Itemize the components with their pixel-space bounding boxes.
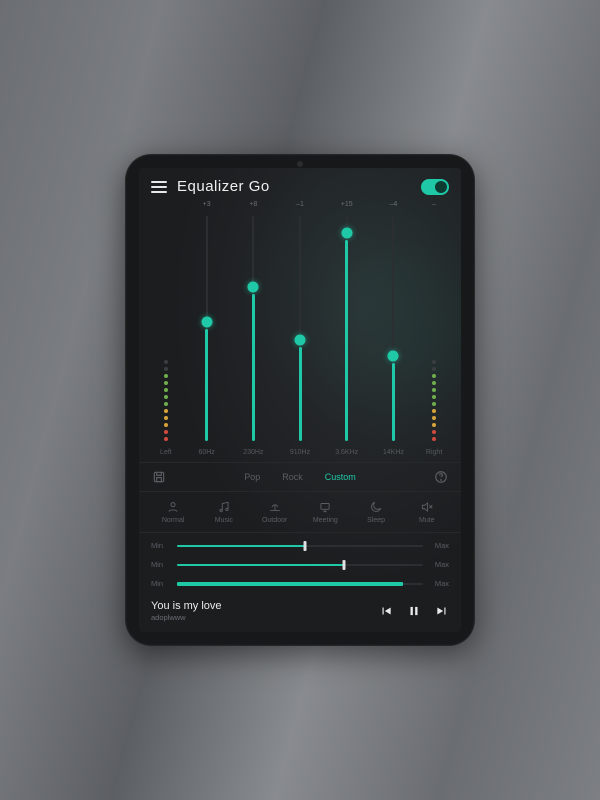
eq-band-value: +3	[186, 201, 228, 208]
slider-max-label: Max	[431, 579, 449, 588]
eq-band-freq: 60Hz	[186, 449, 228, 456]
mode-mute[interactable]: Mute	[403, 500, 451, 524]
app-screen: Equalizer Go +3 +8 –1 +15 –4 –	[139, 168, 461, 632]
track-title: You is my love	[151, 600, 371, 612]
eq-band-slider[interactable]	[279, 212, 321, 445]
eq-band-freq: 230Hz	[232, 449, 274, 456]
now-playing-bar: You is my love adoplwww	[139, 592, 461, 632]
help-icon[interactable]	[433, 469, 449, 485]
eq-band-slider[interactable]	[373, 212, 415, 445]
preset-row: Pop Rock Custom	[139, 462, 461, 492]
mode-music[interactable]: Music	[200, 500, 248, 524]
save-preset-icon[interactable]	[151, 469, 167, 485]
mode-outdoor[interactable]: Outdoor	[250, 500, 298, 524]
track-artist: adoplwww	[151, 613, 371, 622]
next-track-icon[interactable]	[435, 604, 449, 618]
mode-sleep[interactable]: Sleep	[352, 500, 400, 524]
level-sliders: Min Max Min Max Min Max	[139, 533, 461, 592]
eq-band-value: +8	[232, 201, 274, 208]
mode-normal[interactable]: Normal	[149, 500, 197, 524]
slider-track[interactable]	[177, 564, 423, 566]
now-playing-text: You is my love adoplwww	[151, 600, 371, 622]
slider-max-label: Max	[431, 560, 449, 569]
mode-label: Mute	[419, 517, 435, 524]
mode-label: Meeting	[313, 517, 338, 524]
level-slider: Min Max	[151, 560, 449, 569]
preset-custom[interactable]: Custom	[325, 472, 356, 482]
mode-label: Outdoor	[262, 517, 287, 524]
eq-band-slider[interactable]	[186, 212, 228, 445]
eq-band-freq: 14KHz	[373, 449, 415, 456]
pause-icon[interactable]	[407, 604, 421, 618]
level-slider: Min Max	[151, 541, 449, 550]
mode-row: Normal Music Outdoor Meeting Sleep Mute	[139, 492, 461, 533]
menu-icon[interactable]	[151, 181, 167, 193]
slider-track[interactable]	[177, 583, 423, 585]
eq-right-value: –	[419, 201, 449, 208]
slider-min-label: Min	[151, 560, 169, 569]
playback-controls	[379, 604, 449, 618]
mode-label: Sleep	[367, 517, 385, 524]
mode-label: Music	[215, 517, 233, 524]
eq-slider-row	[149, 208, 451, 447]
power-toggle[interactable]	[421, 179, 449, 195]
equalizer-panel: +3 +8 –1 +15 –4 – Left 60Hz 230Hz 9	[139, 201, 461, 462]
eq-band-freq: 910Hz	[279, 449, 321, 456]
vu-meter-left	[151, 212, 181, 445]
eq-band-value: –4	[373, 201, 415, 208]
mode-meeting[interactable]: Meeting	[301, 500, 349, 524]
eq-freq-row: Left 60Hz 230Hz 910Hz 3.6KHz 14KHz Right	[149, 447, 451, 462]
app-title: Equalizer Go	[177, 178, 411, 195]
slider-max-label: Max	[431, 541, 449, 550]
eq-band-value: +15	[326, 201, 368, 208]
level-slider: Min Max	[151, 579, 449, 588]
eq-value-row: +3 +8 –1 +15 –4 –	[149, 201, 451, 208]
slider-track[interactable]	[177, 545, 423, 547]
prev-track-icon[interactable]	[379, 604, 393, 618]
eq-band-slider[interactable]	[326, 212, 368, 445]
mode-label: Normal	[162, 517, 185, 524]
vu-meter-right	[419, 212, 449, 445]
eq-band-value: –1	[279, 201, 321, 208]
eq-band-freq: 3.6KHz	[326, 449, 368, 456]
slider-min-label: Min	[151, 579, 169, 588]
tablet-frame: Equalizer Go +3 +8 –1 +15 –4 –	[125, 154, 475, 646]
preset-rock[interactable]: Rock	[282, 472, 303, 482]
slider-min-label: Min	[151, 541, 169, 550]
eq-left-value	[151, 201, 181, 208]
preset-pop[interactable]: Pop	[244, 472, 260, 482]
eq-band-slider[interactable]	[232, 212, 274, 445]
eq-right-label: Right	[419, 449, 449, 456]
eq-left-label: Left	[151, 449, 181, 456]
header-bar: Equalizer Go	[139, 168, 461, 201]
